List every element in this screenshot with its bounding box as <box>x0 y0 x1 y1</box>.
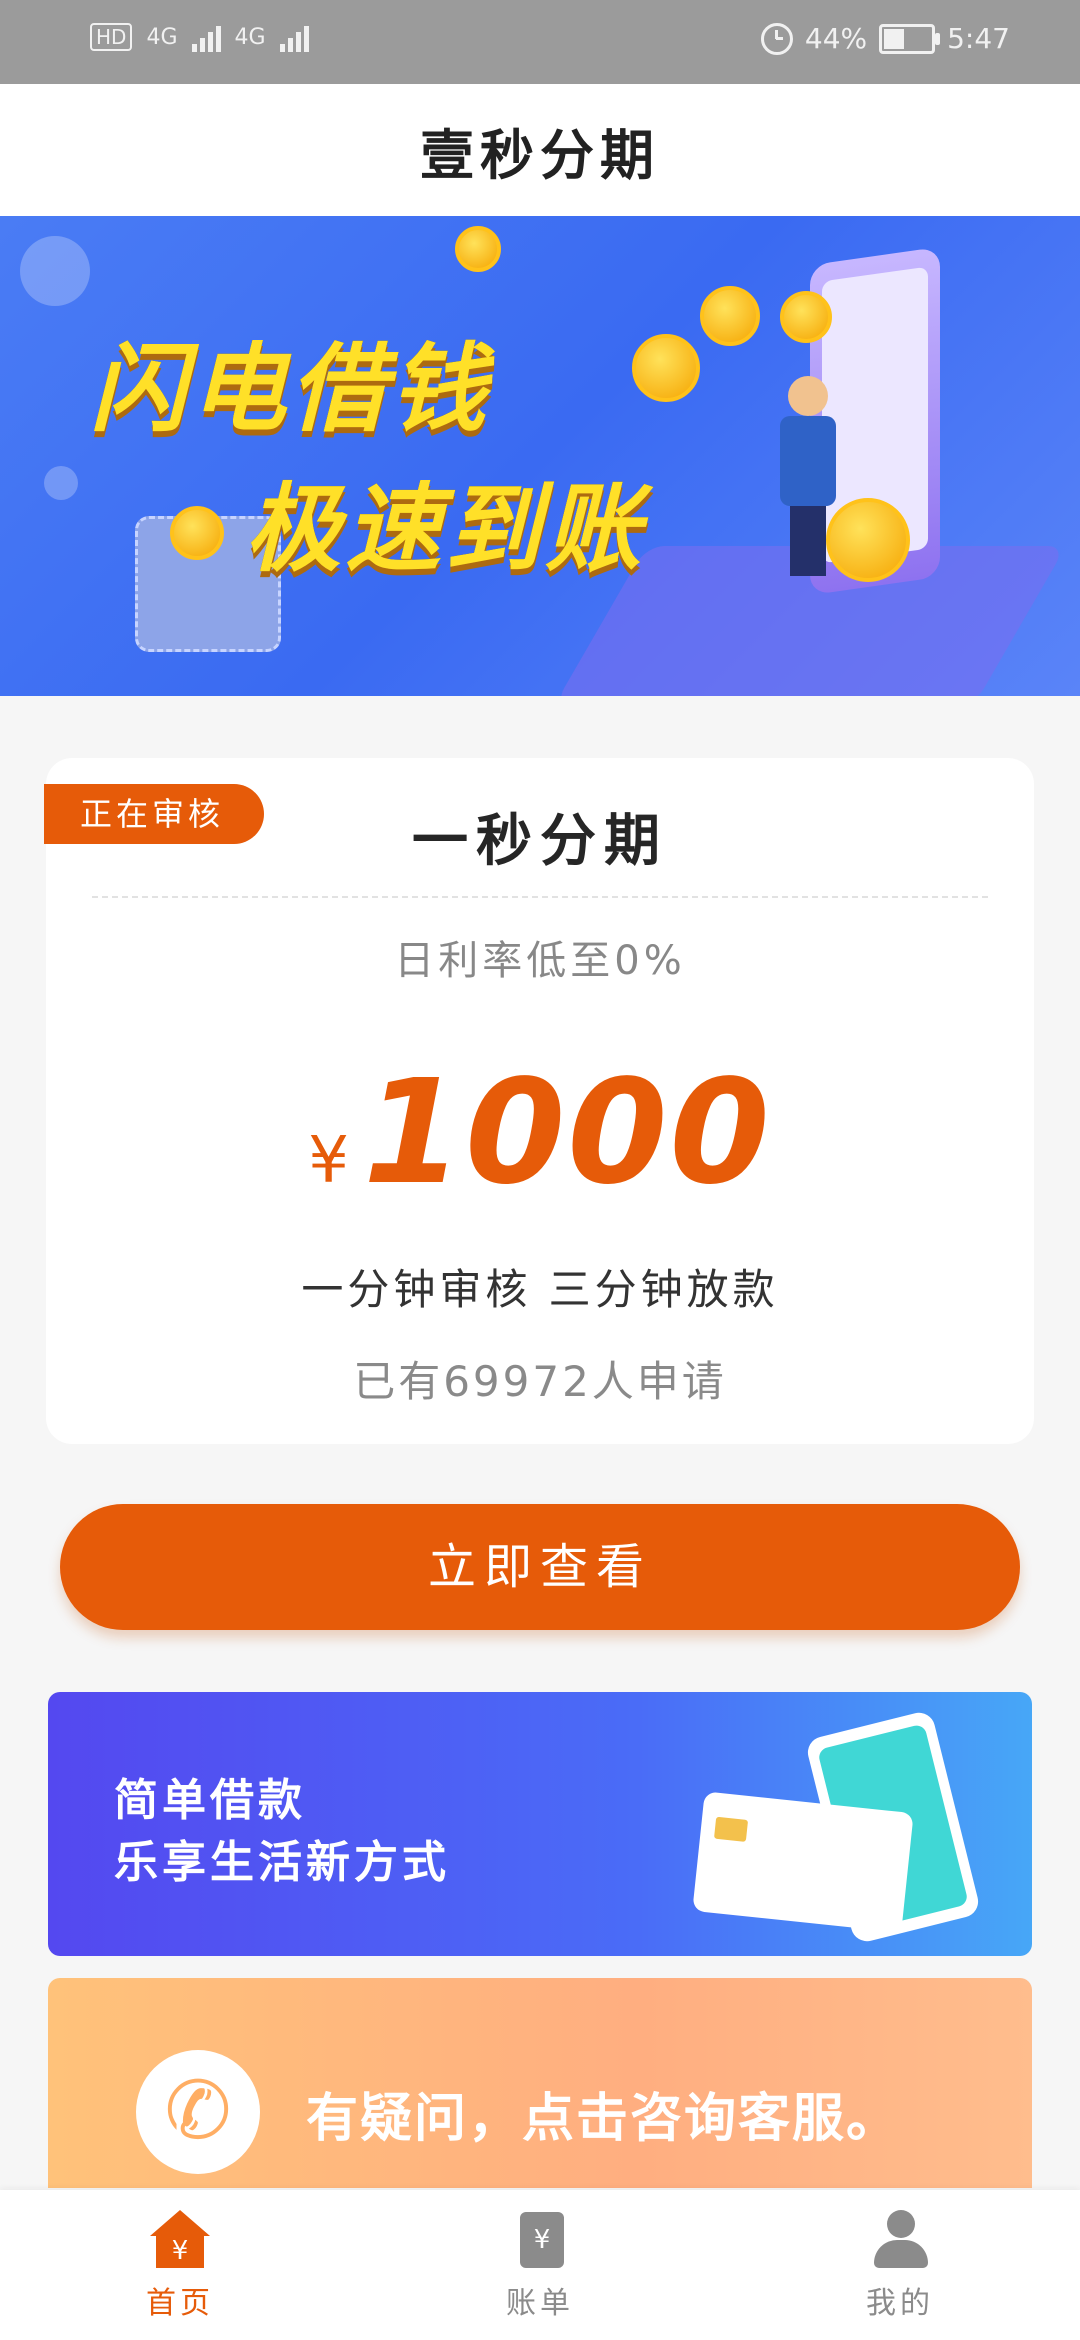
tab-home[interactable]: ¥ 首页 <box>80 2210 280 2322</box>
tab-mine[interactable]: 我的 <box>800 2210 1000 2322</box>
interest-rate-text: 日利率低至0% <box>394 938 686 984</box>
tab-bills-label: 账单 <box>506 2286 574 2321</box>
battery-percent: 44% <box>804 22 868 55</box>
tab-bills[interactable]: ¥ 账单 <box>440 2210 640 2322</box>
banner-headline-1: 闪电借钱 <box>90 333 490 445</box>
sim2-label: 4G <box>234 24 266 50</box>
coin-icon <box>455 226 501 272</box>
home-icon: ¥ <box>148 2210 212 2270</box>
phone-icon: ✆ <box>136 2050 260 2174</box>
app-header: 壹秒分期 <box>0 84 1080 216</box>
loan-amount: ¥ 1000 <box>46 1048 1034 1216</box>
status-left: HD 4G 4G <box>90 22 309 52</box>
amount-value: 1000 <box>362 1048 772 1216</box>
bottom-tab-bar: ¥ 首页 ¥ 账单 我的 <box>0 2190 1080 2340</box>
banner-headline-2: 极速到账 <box>245 473 645 585</box>
status-right: 44% 5:47 <box>760 22 1010 55</box>
alarm-icon <box>760 22 793 55</box>
bubble-decoration <box>44 466 78 500</box>
customer-service-text: 有疑问，点击咨询客服。 <box>306 2089 901 2149</box>
coin-icon <box>632 334 700 402</box>
signal-icon <box>279 22 309 52</box>
bill-icon: ¥ <box>508 2210 572 2270</box>
promo-line-1: 简单借款 <box>114 1775 306 1826</box>
approval-speed-text: 一分钟审核 三分钟放款 <box>301 1265 779 1314</box>
hero-banner[interactable]: 闪电借钱 极速到账 <box>0 216 1080 696</box>
status-time: 5:47 <box>947 22 1010 55</box>
coin-icon <box>170 506 224 560</box>
tab-mine-label: 我的 <box>866 2286 934 2321</box>
tab-home-label: 首页 <box>146 2286 214 2321</box>
coin-stack-icon <box>826 498 910 582</box>
user-icon <box>868 2210 932 2270</box>
credit-card-illustration <box>692 1791 914 1933</box>
page-title: 壹秒分期 <box>420 122 660 187</box>
card-divider <box>92 896 988 898</box>
bubble-decoration <box>20 236 90 306</box>
coin-icon <box>780 291 832 343</box>
applicant-count: 已有69972人申请 <box>353 1357 727 1406</box>
customer-service-banner[interactable]: ✆ 有疑问，点击咨询客服。 <box>48 1978 1032 2188</box>
view-now-button[interactable]: 立即查看 <box>60 1504 1020 1630</box>
status-bar: HD 4G 4G 44% 5:47 <box>0 0 1080 84</box>
battery-icon <box>879 23 941 54</box>
loan-product-card[interactable]: 正在审核 一秒分期 日利率低至0% ¥ 1000 一分钟审核 三分钟放款 已有6… <box>44 758 1034 1444</box>
currency-symbol: ¥ <box>308 1124 349 1198</box>
signal-icon <box>191 22 221 52</box>
promo-banner-borrow[interactable]: 简单借款 乐享生活新方式 <box>48 1692 1032 1956</box>
promo-line-2: 乐享生活新方式 <box>114 1837 450 1888</box>
hd-icon: HD <box>90 23 133 51</box>
product-title: 一秒分期 <box>412 809 668 874</box>
coin-icon <box>700 286 760 346</box>
sim1-label: 4G <box>146 24 178 50</box>
